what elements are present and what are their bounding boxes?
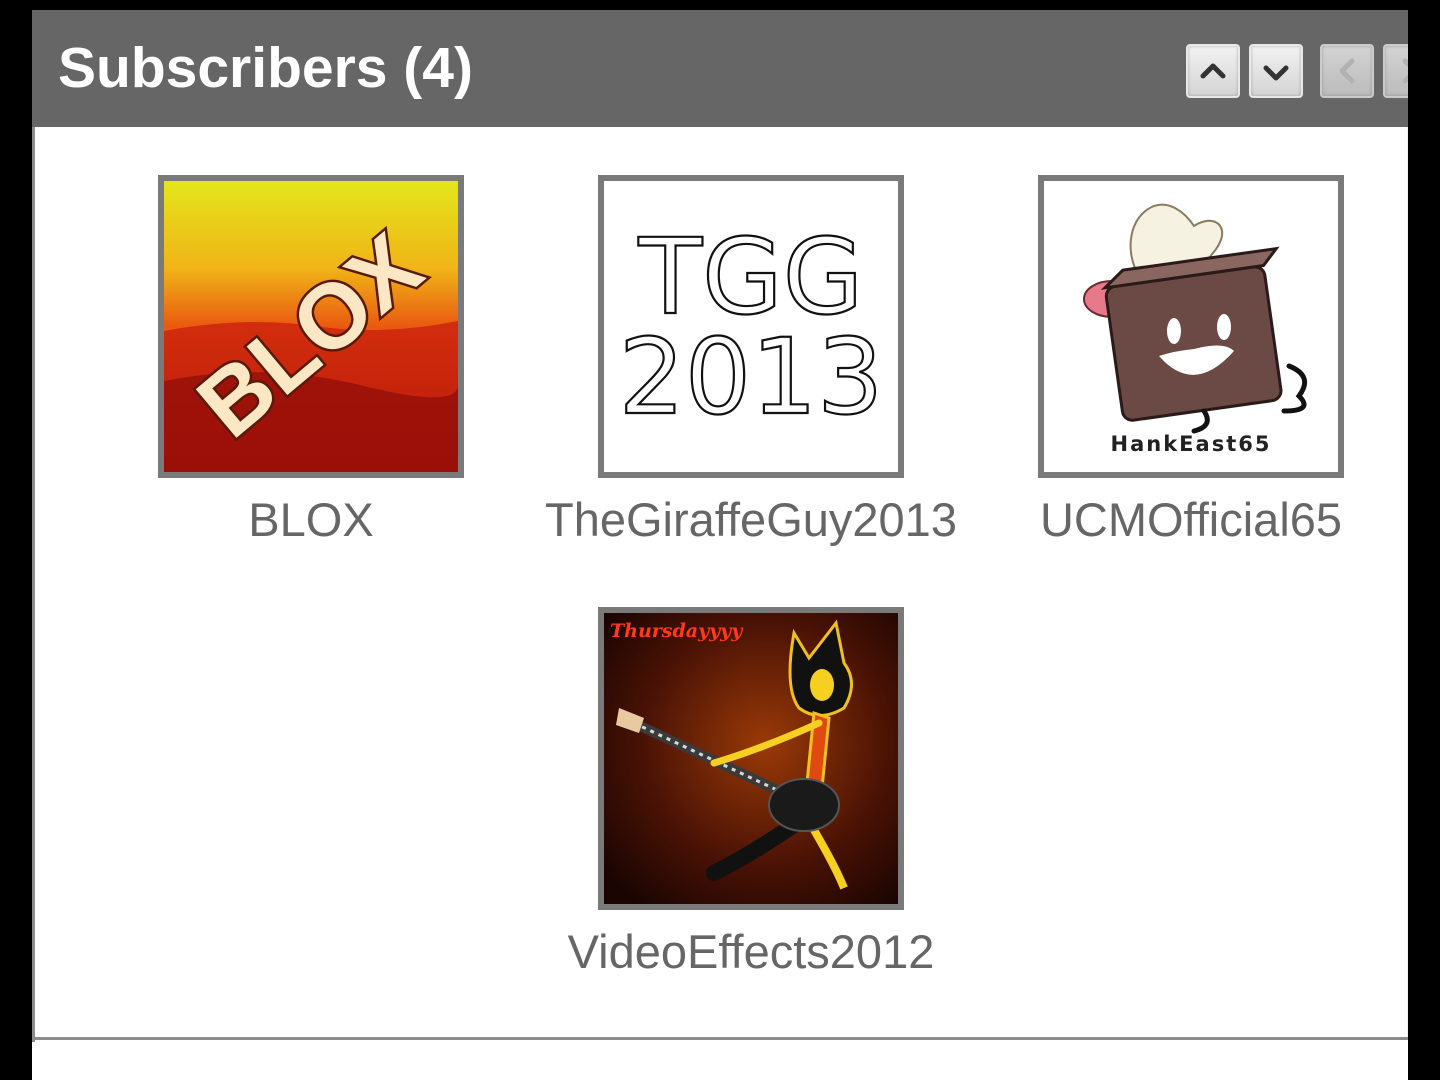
subscriber-name[interactable]: BLOX xyxy=(86,493,536,547)
panel-border-right xyxy=(1407,127,1408,1039)
chevron-up-icon xyxy=(1200,63,1226,79)
subscriber-avatar[interactable]: HankEast65 xyxy=(1038,175,1344,478)
subscriber-avatar[interactable]: Thursdayyyy xyxy=(598,607,904,910)
subscriber-name[interactable]: TheGiraffeGuy2013 xyxy=(526,493,976,547)
tgg-avatar-image: TGG 2013 xyxy=(604,181,898,472)
previous-page-button[interactable] xyxy=(1320,44,1374,98)
tgg-logo-line2: 2013 xyxy=(619,316,884,438)
chevron-right-icon xyxy=(1402,58,1408,84)
panel-header: Subscribers (4) xyxy=(32,10,1408,127)
subscribers-panel: Subscribers (4) BLOX BLOX TGG 2013 TheGi… xyxy=(32,10,1408,1080)
next-page-button[interactable] xyxy=(1383,44,1408,98)
blox-avatar-image: BLOX xyxy=(164,181,458,472)
videoeffects-avatar-image: Thursdayyyy xyxy=(604,613,898,904)
panel-title: Subscribers (4) xyxy=(58,36,473,100)
panel-border-left xyxy=(32,127,35,1042)
scroll-up-button[interactable] xyxy=(1186,44,1240,98)
chevron-down-icon xyxy=(1263,65,1289,81)
scroll-down-button[interactable] xyxy=(1249,44,1303,98)
subscriber-avatar[interactable]: TGG 2013 xyxy=(598,175,904,478)
chevron-left-icon xyxy=(1339,58,1355,84)
subscriber-name[interactable]: VideoEffects2012 xyxy=(526,925,976,979)
ucm-avatar-caption: HankEast65 xyxy=(1111,432,1272,456)
videoeffects-avatar-caption: Thursdayyyy xyxy=(610,620,744,642)
subscriber-name[interactable]: UCMOfficial65 xyxy=(966,493,1408,547)
panel-border-bottom xyxy=(32,1037,1408,1040)
ucm-avatar-image: HankEast65 xyxy=(1044,181,1338,472)
subscriber-avatar[interactable]: BLOX xyxy=(158,175,464,478)
